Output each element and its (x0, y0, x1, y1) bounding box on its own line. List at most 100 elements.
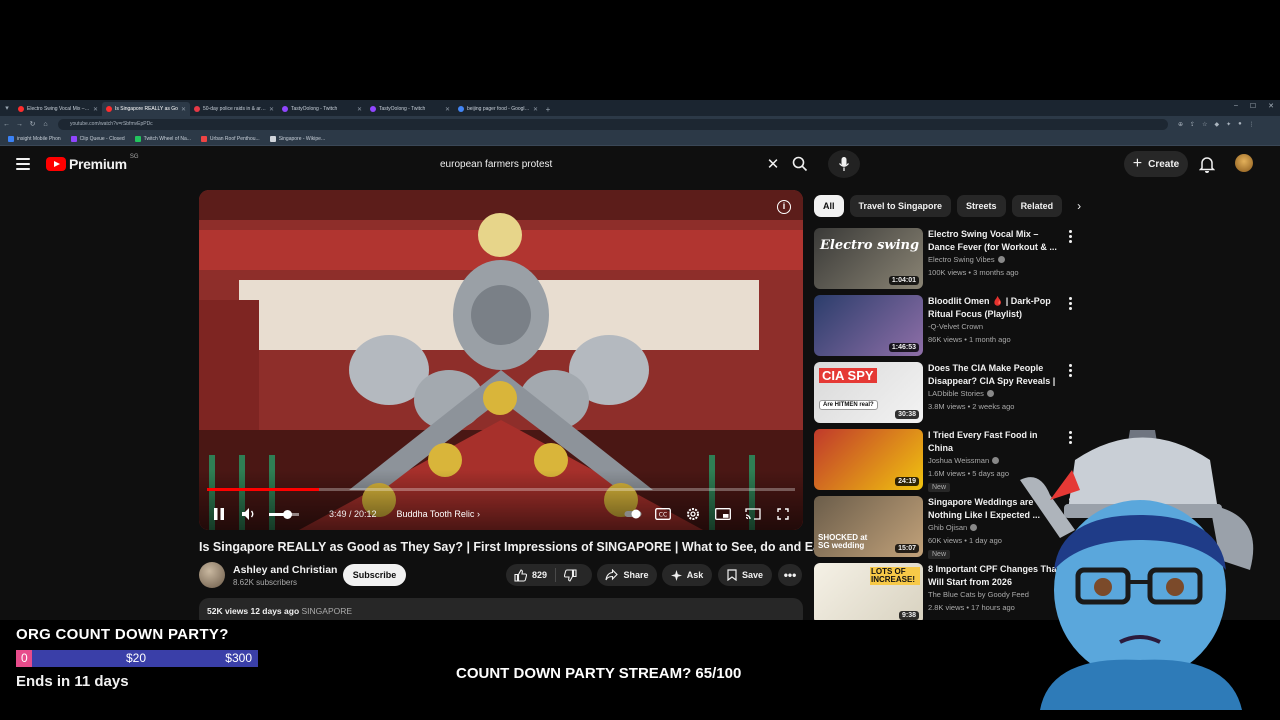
reload-icon[interactable]: ↻ (26, 120, 39, 128)
bookmark-item[interactable]: Urban Roof Penthou... (200, 135, 260, 142)
pause-icon[interactable] (209, 504, 229, 524)
share-icon (605, 569, 619, 581)
cast-icon[interactable] (743, 504, 763, 524)
recommendation-title[interactable]: Bloodlit Omen 🩸 | Dark-Pop Ritual Focus … (928, 295, 1060, 320)
new-tab-button[interactable]: + (542, 102, 554, 116)
fullscreen-icon[interactable] (773, 504, 793, 524)
extension-icons: ⊕ ⇪ ☆ ◆ ✦ ● ⋮ (1178, 121, 1255, 128)
puzzle-icon[interactable]: ✦ (1226, 121, 1231, 128)
tab-search-icon[interactable]: ▾ (0, 100, 14, 116)
notifications-bell-icon[interactable] (1198, 155, 1216, 178)
video-player[interactable]: i 3:49 / 20:12 Buddha Tooth Relic › CC (199, 190, 803, 530)
zoom-icon[interactable]: ⊕ (1178, 121, 1183, 128)
hashtag[interactable]: SINGAPORE (302, 606, 353, 616)
ask-button[interactable]: Ask (662, 564, 712, 586)
youtube-logo[interactable]: Premium SG (46, 154, 138, 172)
browser-tab[interactable]: Electro Swing Vocal Mix – Elect✕ (14, 102, 102, 116)
channel-name[interactable]: Ashley and Christian (233, 564, 337, 576)
recommendation-channel[interactable]: Electro Swing Vibes (928, 255, 1005, 264)
chip-related[interactable]: Related (1011, 195, 1063, 217)
recommendation-channel[interactable]: Ghib Ojisan (928, 523, 978, 532)
search-button[interactable] (784, 150, 816, 178)
browser-tab[interactable]: beijing pager food - Google S ✕ (454, 102, 542, 116)
bookmark-item[interactable]: insight Mobile Phon (8, 135, 61, 142)
close-tab-icon[interactable]: ✕ (357, 106, 362, 113)
progress-bar[interactable] (207, 488, 795, 491)
channel-label: -Q-Velvet Crown (928, 322, 984, 331)
ask-label: Ask (686, 570, 704, 580)
browser-menu-icon[interactable]: ⋮ (1249, 121, 1255, 128)
volume-slider[interactable] (269, 509, 299, 519)
search-input[interactable]: european farmers protest (430, 159, 762, 170)
close-tab-icon[interactable]: ✕ (269, 106, 274, 113)
forward-icon[interactable]: → (13, 121, 26, 128)
duration-badge: 15:07 (895, 544, 919, 553)
more-vertical-icon[interactable] (1067, 297, 1073, 310)
close-tab-icon[interactable]: ✕ (445, 106, 450, 113)
bookmark-star-icon[interactable]: ☆ (1202, 121, 1207, 128)
url-field[interactable]: youtube.com/watch?v=rSbfmvEpPDc (58, 118, 1168, 130)
close-tab-icon[interactable]: ✕ (533, 106, 538, 113)
search-bar[interactable]: european farmers protest ✕ (430, 150, 784, 178)
recommendation-channel[interactable]: -Q-Velvet Crown (928, 322, 983, 331)
channel-avatar[interactable] (199, 562, 225, 588)
recommendation-channel[interactable]: LADbible Stories (928, 389, 994, 398)
more-vertical-icon[interactable] (1067, 364, 1073, 377)
chevron-right-icon[interactable]: › (1068, 195, 1090, 217)
close-window-icon[interactable]: ✕ (1268, 102, 1274, 110)
minimize-icon[interactable]: – (1234, 102, 1238, 110)
recommendation-title[interactable]: Electro Swing Vocal Mix – Dance Fever (f… (928, 228, 1060, 253)
extension-icon[interactable]: ◆ (1214, 121, 1219, 128)
autoplay-toggle-icon[interactable] (623, 504, 643, 524)
maximize-icon[interactable]: ☐ (1250, 102, 1256, 110)
subscribe-button[interactable]: Subscribe (343, 564, 406, 586)
bookmark-item[interactable]: Singapore - Wikipe... (269, 135, 325, 142)
video-thumbnail[interactable]: CIA SPY Are HITMEN real? 30:38 (814, 362, 923, 423)
browser-tab[interactable]: 50-day police raids in & aroun ✕ (190, 102, 278, 116)
chip-streets[interactable]: Streets (957, 195, 1006, 217)
video-thumbnail[interactable]: Electro swing 1:04:01 (814, 228, 923, 289)
info-icon[interactable]: i (777, 200, 791, 214)
recommendation-item[interactable]: CIA SPY Are HITMEN real? 30:38 Does The CIA… (814, 362, 1084, 424)
chip-travel-to-singapore[interactable]: Travel to Singapore (849, 195, 952, 217)
profile-icon[interactable]: ● (1238, 121, 1242, 128)
miniplayer-icon[interactable] (713, 504, 733, 524)
account-avatar[interactable] (1235, 154, 1253, 172)
recommendation-title[interactable]: Does The CIA Make People Disappear? CIA … (928, 362, 1060, 387)
voice-search-button[interactable] (828, 150, 860, 178)
bookmark-item[interactable]: Twitch Wheel of Na... (134, 135, 191, 142)
video-thumbnail[interactable]: 1:46:53 (814, 295, 923, 356)
video-thumbnail[interactable]: SHOCKED at SG wedding 15:07 (814, 496, 923, 557)
more-horizontal-icon: ••• (783, 568, 797, 582)
description-box[interactable]: 52K views 12 days ago SINGAPORE (199, 598, 803, 620)
share-button[interactable]: Share (597, 564, 657, 586)
volume-knob[interactable] (283, 509, 292, 519)
back-icon[interactable]: ← (0, 121, 13, 128)
home-icon[interactable]: ⌂ (39, 121, 52, 128)
more-actions-button[interactable]: ••• (778, 564, 802, 586)
thumbs-up-icon (514, 568, 527, 582)
clear-search-icon[interactable]: ✕ (762, 155, 784, 173)
bookmark-item[interactable]: Clip Queue - Closed (70, 135, 125, 142)
video-thumbnail[interactable]: LOTS OF INCREASE! 9:38 (814, 563, 923, 620)
recommendation-item[interactable]: Electro swing 1:04:01 Electro Swing Vocal … (814, 228, 1084, 290)
dislike-button[interactable] (556, 568, 585, 582)
subtitles-icon[interactable]: CC (653, 504, 673, 524)
menu-icon[interactable] (16, 158, 30, 170)
browser-tab[interactable]: Is Singapore REALLY as Go ✕ (102, 102, 190, 116)
chapter-button[interactable]: Buddha Tooth Relic › (397, 509, 480, 519)
browser-tab[interactable]: TastyOolong - Twitch ✕ (278, 102, 366, 116)
video-thumbnail[interactable]: 24:19 (814, 429, 923, 490)
close-tab-icon[interactable]: ✕ (181, 106, 186, 113)
close-tab-icon[interactable]: ✕ (93, 106, 98, 113)
more-vertical-icon[interactable] (1067, 230, 1073, 243)
recommendation-item[interactable]: 1:46:53 Bloodlit Omen 🩸 | Dark-Pop Ritual… (814, 295, 1084, 357)
like-button[interactable]: 829 (506, 568, 557, 582)
browser-tab[interactable]: TastyOolong - Twitch ✕ (366, 102, 454, 116)
chip-all[interactable]: All (814, 195, 844, 217)
save-button[interactable]: Save (718, 564, 772, 586)
settings-gear-icon[interactable] (683, 504, 703, 524)
volume-icon[interactable] (239, 504, 259, 524)
create-button[interactable]: + Create (1124, 151, 1188, 177)
share-page-icon[interactable]: ⇪ (1190, 121, 1195, 128)
